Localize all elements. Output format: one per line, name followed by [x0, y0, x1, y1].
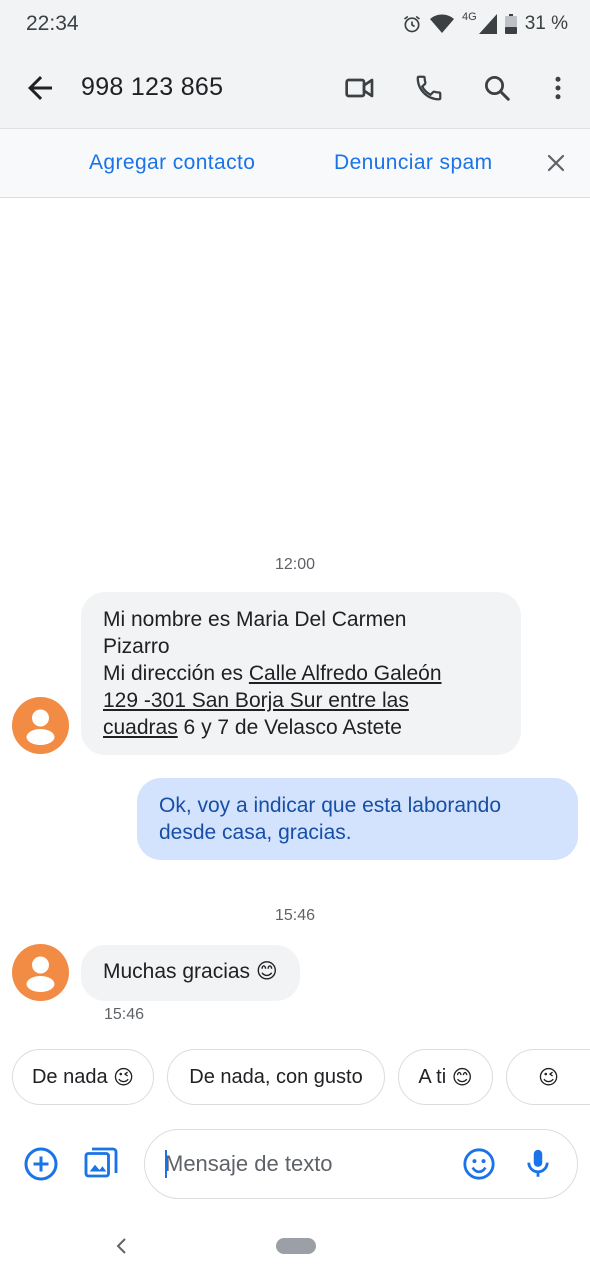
message-line: desde casa, gracias.: [159, 821, 352, 844]
suggestion-chip[interactable]: De nada, con gusto: [167, 1049, 385, 1105]
add-circle-icon[interactable]: [23, 1146, 59, 1182]
wifi-icon: [430, 14, 454, 33]
back-arrow-icon[interactable]: [22, 70, 58, 106]
wink-emoji: 😉: [113, 1066, 135, 1089]
incoming-message[interactable]: Muchas gracias 😊: [81, 945, 300, 1001]
signal-icon: [478, 14, 497, 34]
contact-avatar[interactable]: [12, 944, 69, 1001]
message-line: cuadras 6 y 7 de Velasco Astete: [103, 714, 499, 741]
message-line: 129 -301 San Borja Sur entre las: [103, 687, 499, 714]
search-icon[interactable]: [479, 70, 515, 106]
message-line: Mi dirección es Calle Alfredo Galeón: [103, 660, 499, 687]
more-vert-icon[interactable]: [540, 70, 576, 106]
message-line: Mi nombre es Maria Del Carmen: [103, 608, 407, 631]
wink-emoji: 😉: [538, 1066, 559, 1089]
message-text: Mi dirección es: [103, 662, 249, 685]
message-time: 15:46: [104, 1006, 145, 1023]
smile-emoji: 😊: [255, 960, 278, 983]
close-icon[interactable]: [544, 151, 568, 175]
battery-percentage: 31 %: [524, 13, 568, 34]
suggestion-chip[interactable]: A ti 😊: [398, 1049, 493, 1105]
text-cursor: [165, 1150, 167, 1178]
message-line: Ok, voy a indicar que esta laborando: [159, 794, 502, 817]
suggestion-chip[interactable]: 😉: [506, 1049, 590, 1105]
gallery-icon[interactable]: [83, 1146, 119, 1182]
suggestion-chip[interactable]: De nada 😉: [12, 1049, 154, 1105]
smile-emoji: 😊: [451, 1066, 473, 1089]
contact-avatar[interactable]: [12, 697, 69, 754]
status-bar: 22:34 4G 31 %: [0, 0, 590, 48]
app-bar: 998 123 865: [0, 48, 590, 128]
person-icon: [26, 956, 55, 992]
unknown-sender-banner: Agregar contacto Denunciar spam: [0, 128, 590, 198]
address-link[interactable]: 129 -301 San Borja Sur entre las: [103, 689, 409, 712]
compose-field[interactable]: [144, 1129, 578, 1199]
microphone-icon[interactable]: [521, 1147, 557, 1183]
message-line: Pizarro: [103, 635, 170, 658]
battery-icon: [504, 14, 517, 34]
address-link[interactable]: cuadras: [103, 716, 178, 739]
outgoing-message[interactable]: Ok, voy a indicar que esta laborando des…: [137, 778, 578, 860]
nav-back-icon[interactable]: [110, 1234, 134, 1258]
phone-icon[interactable]: [411, 70, 447, 106]
person-icon: [26, 709, 55, 745]
message-text: 6 y 7 de Velasco Astete: [177, 716, 402, 739]
message-timestamp: 12:00: [274, 556, 316, 573]
nav-home-pill[interactable]: [276, 1238, 316, 1254]
add-contact-button[interactable]: Agregar contacto: [89, 151, 255, 175]
message-timestamp: 15:46: [274, 907, 316, 924]
report-spam-button[interactable]: Denunciar spam: [334, 151, 493, 175]
network-type-label: 4G: [462, 11, 477, 23]
message-input[interactable]: [165, 1151, 455, 1177]
status-time: 22:34: [26, 12, 79, 35]
status-icons: 4G 31 %: [402, 11, 568, 36]
address-link[interactable]: Calle Alfredo Galeón: [249, 662, 442, 685]
conversation-title: 998 123 865: [81, 73, 224, 101]
chip-label: A ti: [418, 1065, 447, 1088]
chip-label: De nada, con gusto: [189, 1065, 363, 1088]
message-text: Muchas gracias: [103, 960, 251, 983]
incoming-message[interactable]: Mi nombre es Maria Del Carmen Pizarro Mi…: [81, 592, 521, 755]
emoji-icon[interactable]: [462, 1147, 498, 1183]
alarm-icon: [404, 15, 420, 33]
video-call-icon[interactable]: [342, 70, 378, 106]
chip-label: De nada: [31, 1065, 108, 1088]
